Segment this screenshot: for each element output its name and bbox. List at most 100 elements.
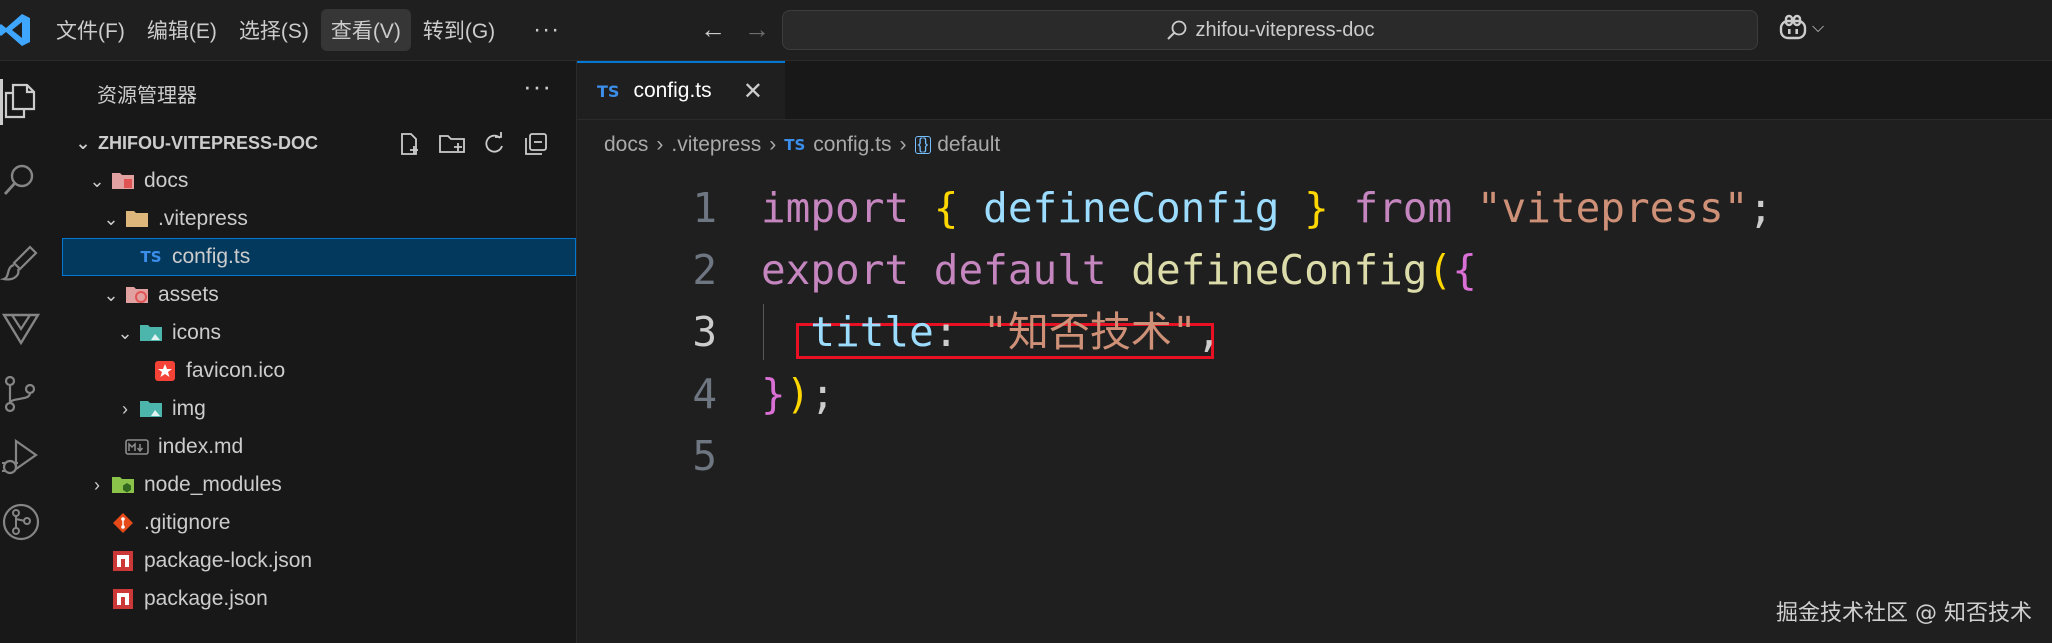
run-debug-icon[interactable] — [0, 435, 42, 477]
chevron-down-icon: ⌄ — [89, 170, 105, 191]
code-line[interactable]: 2 export default defineConfig({ — [577, 239, 2052, 301]
code-token: { — [933, 184, 959, 232]
tree-item[interactable]: package.json — [62, 580, 576, 618]
line-number: 4 — [692, 370, 717, 418]
new-file-icon[interactable] — [396, 132, 424, 156]
collapse-all-icon[interactable] — [522, 132, 550, 156]
more-actions-icon[interactable]: ··· — [523, 71, 552, 102]
breadcrumb-item-vitepress[interactable]: .vitepress — [671, 133, 761, 157]
forward-arrow-icon[interactable]: → — [744, 14, 770, 45]
line-number: 3 — [692, 308, 717, 356]
tree-item-label: assets — [158, 283, 219, 306]
workspace-root-label: ZHIFOU-VITEPRESS-DOC — [98, 132, 319, 153]
git-graph-icon[interactable] — [0, 501, 42, 543]
menu-item[interactable]: 查看(V) — [320, 9, 411, 51]
tree-item-label: favicon.ico — [186, 359, 286, 382]
explorer-actions — [396, 132, 550, 156]
chevron-right-icon: › — [94, 474, 100, 495]
npm-icon — [110, 550, 136, 572]
explorer-icon[interactable] — [0, 79, 42, 121]
title-bar: 文件(F) 编辑(E) 选择(S) 查看(V) 转到(G) ··· ← → zhifou-… — [0, 0, 2052, 61]
close-icon[interactable]: ✕ — [743, 77, 763, 106]
code-text: title: "知否技术", — [761, 301, 1221, 363]
breadcrumb-item-docs[interactable]: docs — [604, 133, 648, 157]
symbol-object-icon: {} — [914, 136, 932, 154]
tree-item[interactable]: TS config.ts — [62, 238, 576, 276]
code-text: import { defineConfig } from "vitepress"… — [761, 177, 1773, 239]
npm-icon — [110, 588, 136, 610]
tree-item[interactable]: favicon.ico — [62, 352, 576, 390]
tree-item-label: icons — [172, 321, 222, 344]
explorer-sidebar: 资源管理器 ··· ⌄ ZHIFOU-VITEPRESS-DOC ⌄ docs ⌄.… — [62, 61, 577, 643]
tree-item[interactable]: › node_modules — [62, 466, 576, 504]
vscode-logo-icon[interactable] — [0, 12, 30, 48]
tree-item-label: package.json — [144, 587, 268, 610]
folder-icon — [124, 208, 150, 230]
new-folder-icon[interactable] — [438, 132, 466, 156]
watermark: 掘金技术社区 @ 知否技术 — [1776, 601, 2032, 626]
tree-item-label: config.ts — [172, 245, 251, 268]
tree-item[interactable]: ⌄ icons — [62, 314, 576, 352]
chevron-down-icon: ⌄ — [103, 208, 119, 229]
chevron-right-icon: › — [769, 133, 777, 156]
tree-item[interactable]: ⌄ .vitepress — [62, 200, 576, 238]
breadcrumb-item-config-ts[interactable]: config.ts — [813, 133, 891, 157]
tab-config-ts[interactable]: TS config.ts ✕ — [577, 61, 785, 119]
back-arrow-icon[interactable]: ← — [700, 14, 726, 45]
chevron-right-icon: › — [122, 398, 128, 419]
code-text: export default defineConfig({ — [761, 239, 1477, 301]
typescript-file-icon: TS — [784, 136, 806, 154]
menu-item[interactable]: 文件(F) — [46, 9, 135, 51]
tree-item-label: docs — [144, 169, 189, 192]
search-text: zhifou-vitepress-doc — [1195, 18, 1375, 41]
search-icon — [1166, 20, 1186, 40]
chevron-down-icon: ⌄ — [103, 284, 119, 305]
extensions-paint-icon[interactable] — [0, 243, 42, 285]
code-token: "vitepress" — [1476, 184, 1749, 232]
code-token: , — [1196, 308, 1222, 356]
code-token: title — [761, 308, 934, 356]
search-icon[interactable] — [0, 161, 42, 203]
code-token: : — [933, 308, 984, 356]
ts-icon: TS — [140, 248, 162, 266]
git-icon — [110, 512, 136, 534]
line-number: 2 — [692, 246, 717, 294]
source-control-icon[interactable] — [0, 373, 42, 415]
code-token: ; — [1748, 184, 1774, 232]
tree-item-label: package-lock.json — [144, 549, 313, 572]
menu-bar: 文件(F) 编辑(E) 选择(S) 查看(V) 转到(G) ··· — [46, 0, 572, 60]
vue-icon[interactable] — [0, 307, 42, 349]
code-token: from — [1353, 184, 1453, 232]
code-line[interactable]: 5 — [577, 425, 2052, 487]
code-line[interactable]: 3 title: "知否技术", — [577, 301, 2052, 363]
breadcrumb: docs › .vitepress › TS config.ts › {} de… — [604, 130, 1000, 160]
chevron-down-icon: ⌵ — [1812, 19, 1825, 36]
editor-area: TS config.ts ✕ docs › .vitepress › TS co… — [577, 61, 2052, 643]
code-line[interactable]: 4}); — [577, 363, 2052, 425]
command-center-search[interactable]: zhifou-vitepress-doc — [782, 10, 1758, 50]
more-menu-icon[interactable]: ··· — [521, 16, 572, 44]
workspace-root[interactable]: ⌄ ZHIFOU-VITEPRESS-DOC — [62, 124, 576, 162]
tree-item[interactable]: ⌄ docs — [62, 162, 576, 200]
tree-item[interactable]: index.md — [62, 428, 576, 466]
copilot-icon — [1779, 14, 1807, 40]
breadcrumb-item-default[interactable]: default — [937, 133, 1000, 157]
tree-item[interactable]: package-lock.json — [62, 542, 576, 580]
menu-item[interactable]: 编辑(E) — [137, 9, 227, 51]
code-token: "知否技术" — [983, 308, 1197, 356]
menu-item[interactable]: 选择(S) — [229, 9, 319, 51]
tree-item-label: .gitignore — [144, 511, 231, 534]
refresh-icon[interactable] — [480, 132, 508, 156]
code-line[interactable]: 1 import { defineConfig } from "vitepress… — [577, 177, 2052, 239]
tree-item[interactable]: .gitignore — [62, 504, 576, 542]
folder-assets-icon — [124, 284, 150, 306]
tree-item[interactable]: ⌄ assets — [62, 276, 576, 314]
copilot-button[interactable]: ⌵ — [1778, 14, 1824, 42]
menu-item[interactable]: 转到(G) — [413, 9, 505, 51]
line-number: 5 — [692, 432, 717, 480]
tree-item[interactable]: › img — [62, 390, 576, 428]
code-token: default — [933, 246, 1107, 294]
tree-item-label: node_modules — [144, 473, 282, 496]
